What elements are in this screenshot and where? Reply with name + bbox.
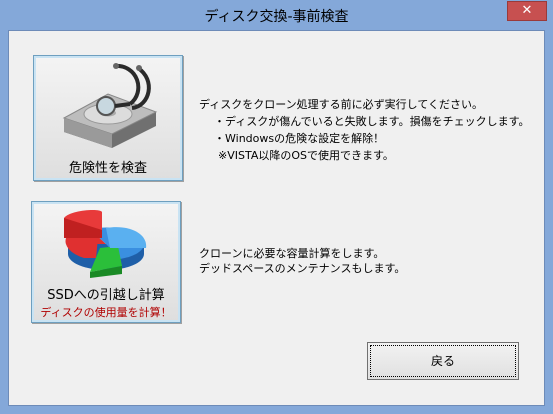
close-button[interactable]: ✕ [507,1,547,21]
hdd-stethoscope-icon [62,63,158,148]
diagnose-button[interactable]: 危険性を検査 [33,55,183,181]
pie-chart-icon [64,210,147,278]
ssd-calc-button-label: SSDへの引越し計算 [47,288,165,303]
close-icon: ✕ [521,3,533,18]
ssd-description-line: デッドスペースのメンテナンスもします。 [199,262,406,275]
diagnose-description-line: ※VISTA以降のOSで使用できます。 [218,149,394,162]
window-title: ディスク交換-事前検査 [204,9,349,25]
ssd-calc-button-sublabel: ディスクの使用量を計算！ [40,306,172,319]
dialog-window: ディスク交換-事前検査 ✕ 危険性を検査 ディスクをクローン処理する前に必ず実行… [0,0,553,414]
dialog-client-area: 危険性を検査 ディスクをクローン処理する前に必ず実行してください。 ・ディスクが… [8,30,545,406]
diagnose-description-line: ・Windowsの危険な設定を解除！ [214,132,385,145]
diagnose-description-line: ・ディスクが傷んでいると失敗します。損傷をチェックします。 [214,115,530,128]
ssd-description: クローンに必要な容量計算をします。 デッドスペースのメンテナンスもします。 [199,246,405,276]
title-bar[interactable]: ディスク交換-事前検査 ✕ [0,0,553,29]
back-button[interactable]: 戻る [367,342,519,380]
diagnose-button-label: 危険性を検査 [68,161,147,176]
ssd-description-line: クローンに必要な容量計算をします。 [199,247,385,260]
diagnose-description: ディスクをクローン処理する前に必ず実行してください。 ・ディスクが傷んでいると失… [199,96,529,164]
diagnose-description-line: ディスクをクローン処理する前に必ず実行してください。 [199,98,484,111]
ssd-calc-button[interactable]: SSDへの引越し計算 ディスクの使用量を計算！ [31,201,181,323]
